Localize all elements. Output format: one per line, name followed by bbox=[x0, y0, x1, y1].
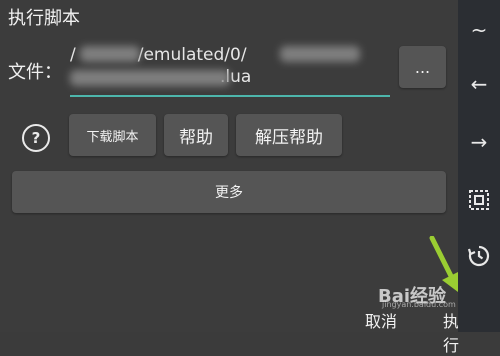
side-toolbar: ~ ← → bbox=[458, 0, 500, 332]
execute-button[interactable]: 执行 bbox=[443, 308, 459, 356]
watermark-url: jingyan.baidu.com bbox=[382, 300, 456, 309]
browse-button[interactable]: ... bbox=[399, 46, 446, 88]
history-icon[interactable] bbox=[458, 236, 500, 276]
redaction-blur bbox=[70, 70, 230, 86]
redaction-blur bbox=[80, 46, 140, 62]
more-button[interactable]: 更多 bbox=[12, 171, 446, 213]
arrow-right-icon[interactable]: → bbox=[458, 122, 500, 162]
file-path-input[interactable]: //emulated/0/ .lua bbox=[70, 40, 390, 96]
dialog-title: 执行脚本 bbox=[8, 8, 80, 29]
help-button[interactable]: 帮助 bbox=[164, 114, 228, 156]
input-underline bbox=[70, 95, 390, 97]
file-label: 文件： bbox=[8, 62, 62, 83]
select-frame-icon[interactable] bbox=[458, 180, 500, 220]
arrow-left-icon[interactable]: ← bbox=[458, 64, 500, 104]
download-script-button[interactable]: 下载脚本 bbox=[69, 114, 156, 156]
redaction-blur bbox=[280, 46, 360, 62]
unzip-help-button[interactable]: 解压帮助 bbox=[236, 114, 342, 156]
tilde-icon[interactable]: ~ bbox=[458, 10, 500, 50]
cancel-button[interactable]: 取消 bbox=[365, 308, 397, 332]
help-icon[interactable]: ? bbox=[22, 124, 50, 152]
